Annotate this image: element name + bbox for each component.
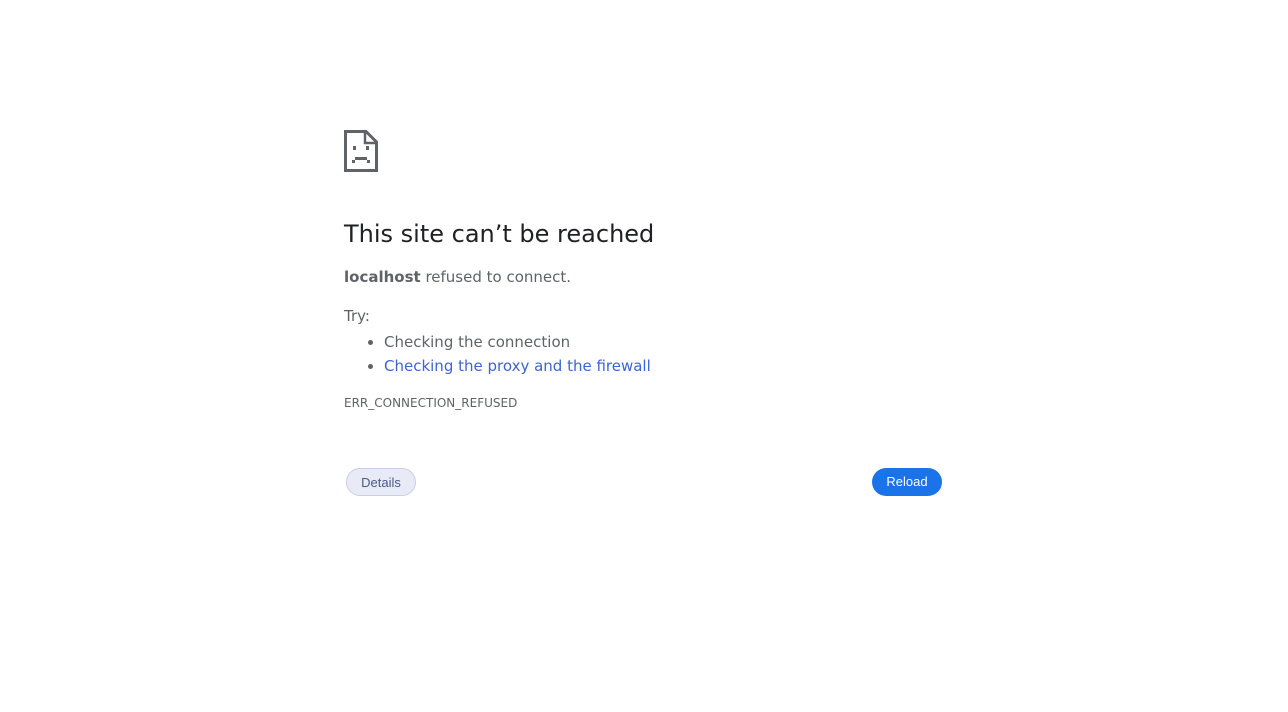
suggestion-check-connection: Checking the connection	[384, 330, 651, 354]
details-button[interactable]: Details	[346, 468, 416, 496]
error-summary: localhost refused to connect.	[344, 267, 571, 287]
suggestions-list: Checking the connection Checking the pro…	[344, 330, 651, 378]
page-title: This site can’t be reached	[344, 220, 655, 248]
summary-text: refused to connect.	[420, 268, 572, 286]
host-name: localhost	[344, 268, 421, 286]
sad-page-icon	[344, 130, 378, 172]
proxy-firewall-link[interactable]: Checking the proxy and the firewall	[384, 357, 651, 375]
error-code: ERR_CONNECTION_REFUSED	[344, 396, 518, 410]
try-label: Try:	[344, 307, 370, 325]
reload-button[interactable]: Reload	[872, 468, 942, 496]
error-page: This site can’t be reached localhost ref…	[0, 0, 1288, 712]
suggestion-proxy-firewall: Checking the proxy and the firewall	[384, 354, 651, 378]
